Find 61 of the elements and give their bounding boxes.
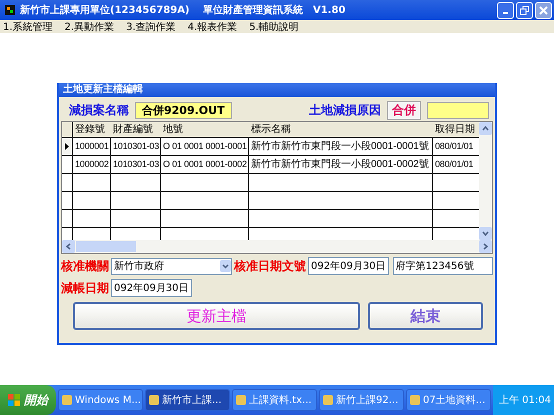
column-header: 取得日期: [434, 122, 476, 137]
input-field[interactable]: [427, 102, 489, 118]
approval-date-field[interactable]: 092年09月30日: [308, 257, 389, 275]
reason-field: 合併: [387, 100, 421, 120]
app-icon: [149, 395, 159, 405]
app-icon: [323, 395, 333, 405]
menu-item[interactable]: 2.異動作業: [64, 20, 114, 34]
row-pointer-icon: [65, 143, 69, 150]
close-button[interactable]: [535, 2, 552, 18]
field-label: 減損案名稱: [69, 102, 129, 118]
scrollbar-thumb[interactable]: [76, 241, 136, 252]
horizontal-scrollbar[interactable]: [62, 240, 492, 253]
case-name-field: 合併9209.OUT: [135, 102, 232, 118]
menu-item[interactable]: 4.報表作業: [188, 20, 238, 34]
column-header: 標示名稱: [250, 122, 292, 137]
exit-button[interactable]: 結束: [368, 302, 483, 330]
restore-icon: [520, 6, 529, 14]
column-header: 地號: [162, 122, 184, 137]
table-cell: O 01 0001 0001-0001: [161, 138, 249, 155]
approval-number-field[interactable]: 府字第123456號: [392, 257, 493, 275]
restore-button[interactable]: [516, 2, 533, 18]
close-icon: [539, 6, 548, 14]
column-header: 財產編號: [112, 122, 154, 137]
field-label: 核准機關: [61, 258, 109, 274]
scroll-up-icon[interactable]: [479, 122, 492, 135]
clock: 上午 01:04: [499, 394, 551, 407]
table-cell: 新竹市新竹市東門段一小段0001-0002號: [249, 156, 433, 173]
menu-item[interactable]: 3.查詢作業: [126, 20, 176, 34]
app-icon: [236, 395, 246, 405]
field-label: 土地減損原因: [309, 102, 381, 118]
app-icon: [4, 4, 16, 16]
row-selector[interactable]: [62, 138, 73, 155]
table-cell: 1000002: [73, 156, 111, 173]
vertical-scrollbar[interactable]: [479, 122, 492, 240]
table-cell: 新竹市新竹市東門段一小段0001-0001號: [249, 138, 433, 155]
taskbar-button[interactable]: Windows M...: [58, 389, 143, 411]
agency-dropdown[interactable]: 新竹市政府: [111, 258, 232, 274]
table-cell: O 01 0001 0001-0002: [161, 156, 249, 173]
menu-item[interactable]: 1.系統管理: [3, 20, 53, 34]
app-icon: [62, 395, 72, 405]
start-button[interactable]: 開始: [0, 385, 56, 415]
column-header: 登錄號: [74, 122, 106, 137]
scroll-right-icon[interactable]: [479, 240, 492, 253]
dialog-title: 土地更新主檔編輯: [59, 83, 495, 97]
table-cell: 1000001: [73, 138, 111, 155]
table-cell: 1010301-03: [111, 156, 161, 173]
taskbar-button[interactable]: 07土地資料...: [406, 389, 491, 411]
table-cell: 1010301-03: [111, 138, 161, 155]
scroll-left-icon[interactable]: [62, 240, 75, 253]
taskbar-button[interactable]: 新竹市上課...: [145, 389, 230, 411]
app-icon: [410, 395, 420, 405]
field-label: 核准日期文號: [234, 258, 306, 274]
taskbar-button[interactable]: 上課資料.tx...: [232, 389, 317, 411]
flag-icon: [8, 394, 20, 406]
window-title: 新竹市上課專用單位(123456789A) 單位財產管理資訊系統 V1.80: [20, 3, 346, 17]
scroll-down-icon[interactable]: [479, 227, 492, 240]
writeoff-date-field[interactable]: 092年09月30日: [111, 279, 192, 297]
field-label: 減帳日期: [61, 280, 109, 296]
menu-item[interactable]: 5.輔助說明: [249, 20, 299, 34]
minimize-button[interactable]: [497, 2, 514, 18]
taskbar-button[interactable]: 新竹上課92...: [319, 389, 404, 411]
